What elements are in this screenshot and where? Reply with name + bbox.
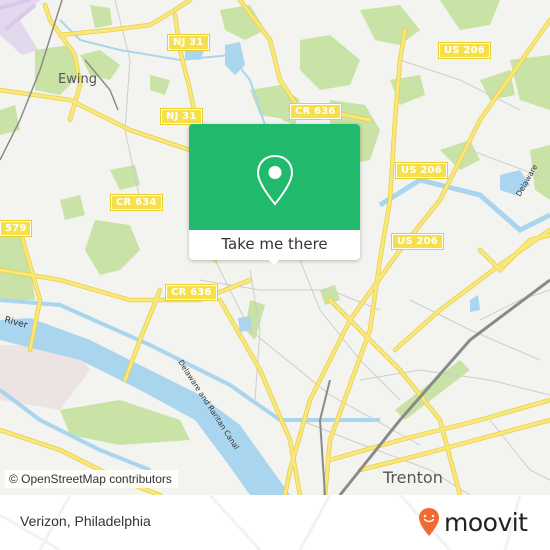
- road-shield-nj31: NJ 31: [167, 34, 210, 51]
- moovit-pin-icon: [419, 508, 439, 536]
- road-shield-cr636: CR 636: [165, 284, 218, 301]
- road-shield-cr636: CR 636: [289, 103, 342, 120]
- road-shield-us206: US 206: [391, 233, 444, 250]
- popup-pointer: [267, 258, 281, 265]
- map-attribution[interactable]: © OpenStreetMap contributors: [5, 470, 178, 488]
- map-pin-icon: [256, 154, 294, 206]
- road-shield-cr634: CR 634: [110, 194, 163, 211]
- moovit-logo[interactable]: moovit: [418, 505, 528, 539]
- place-label-trenton: Trenton: [383, 468, 443, 487]
- moovit-wordmark: moovit: [444, 507, 528, 537]
- road-shield-us206: US 206: [395, 162, 448, 179]
- road-shield-us206: US 206: [438, 42, 491, 59]
- road-shield-nj31: NJ 31: [160, 108, 203, 125]
- map[interactable]: River Delaware and Raritan Canal Delawar…: [0, 0, 550, 495]
- footer: Verizon, Philadelphia moovit: [0, 495, 550, 550]
- location-title: Verizon, Philadelphia: [20, 513, 151, 529]
- popup-header: [189, 124, 360, 230]
- location-popup: Take me there: [189, 124, 360, 265]
- road-shield-579: 579: [0, 220, 33, 237]
- place-label-ewing: Ewing: [58, 72, 97, 87]
- airport-area: [0, 0, 40, 55]
- take-me-there-button[interactable]: Take me there: [189, 230, 360, 260]
